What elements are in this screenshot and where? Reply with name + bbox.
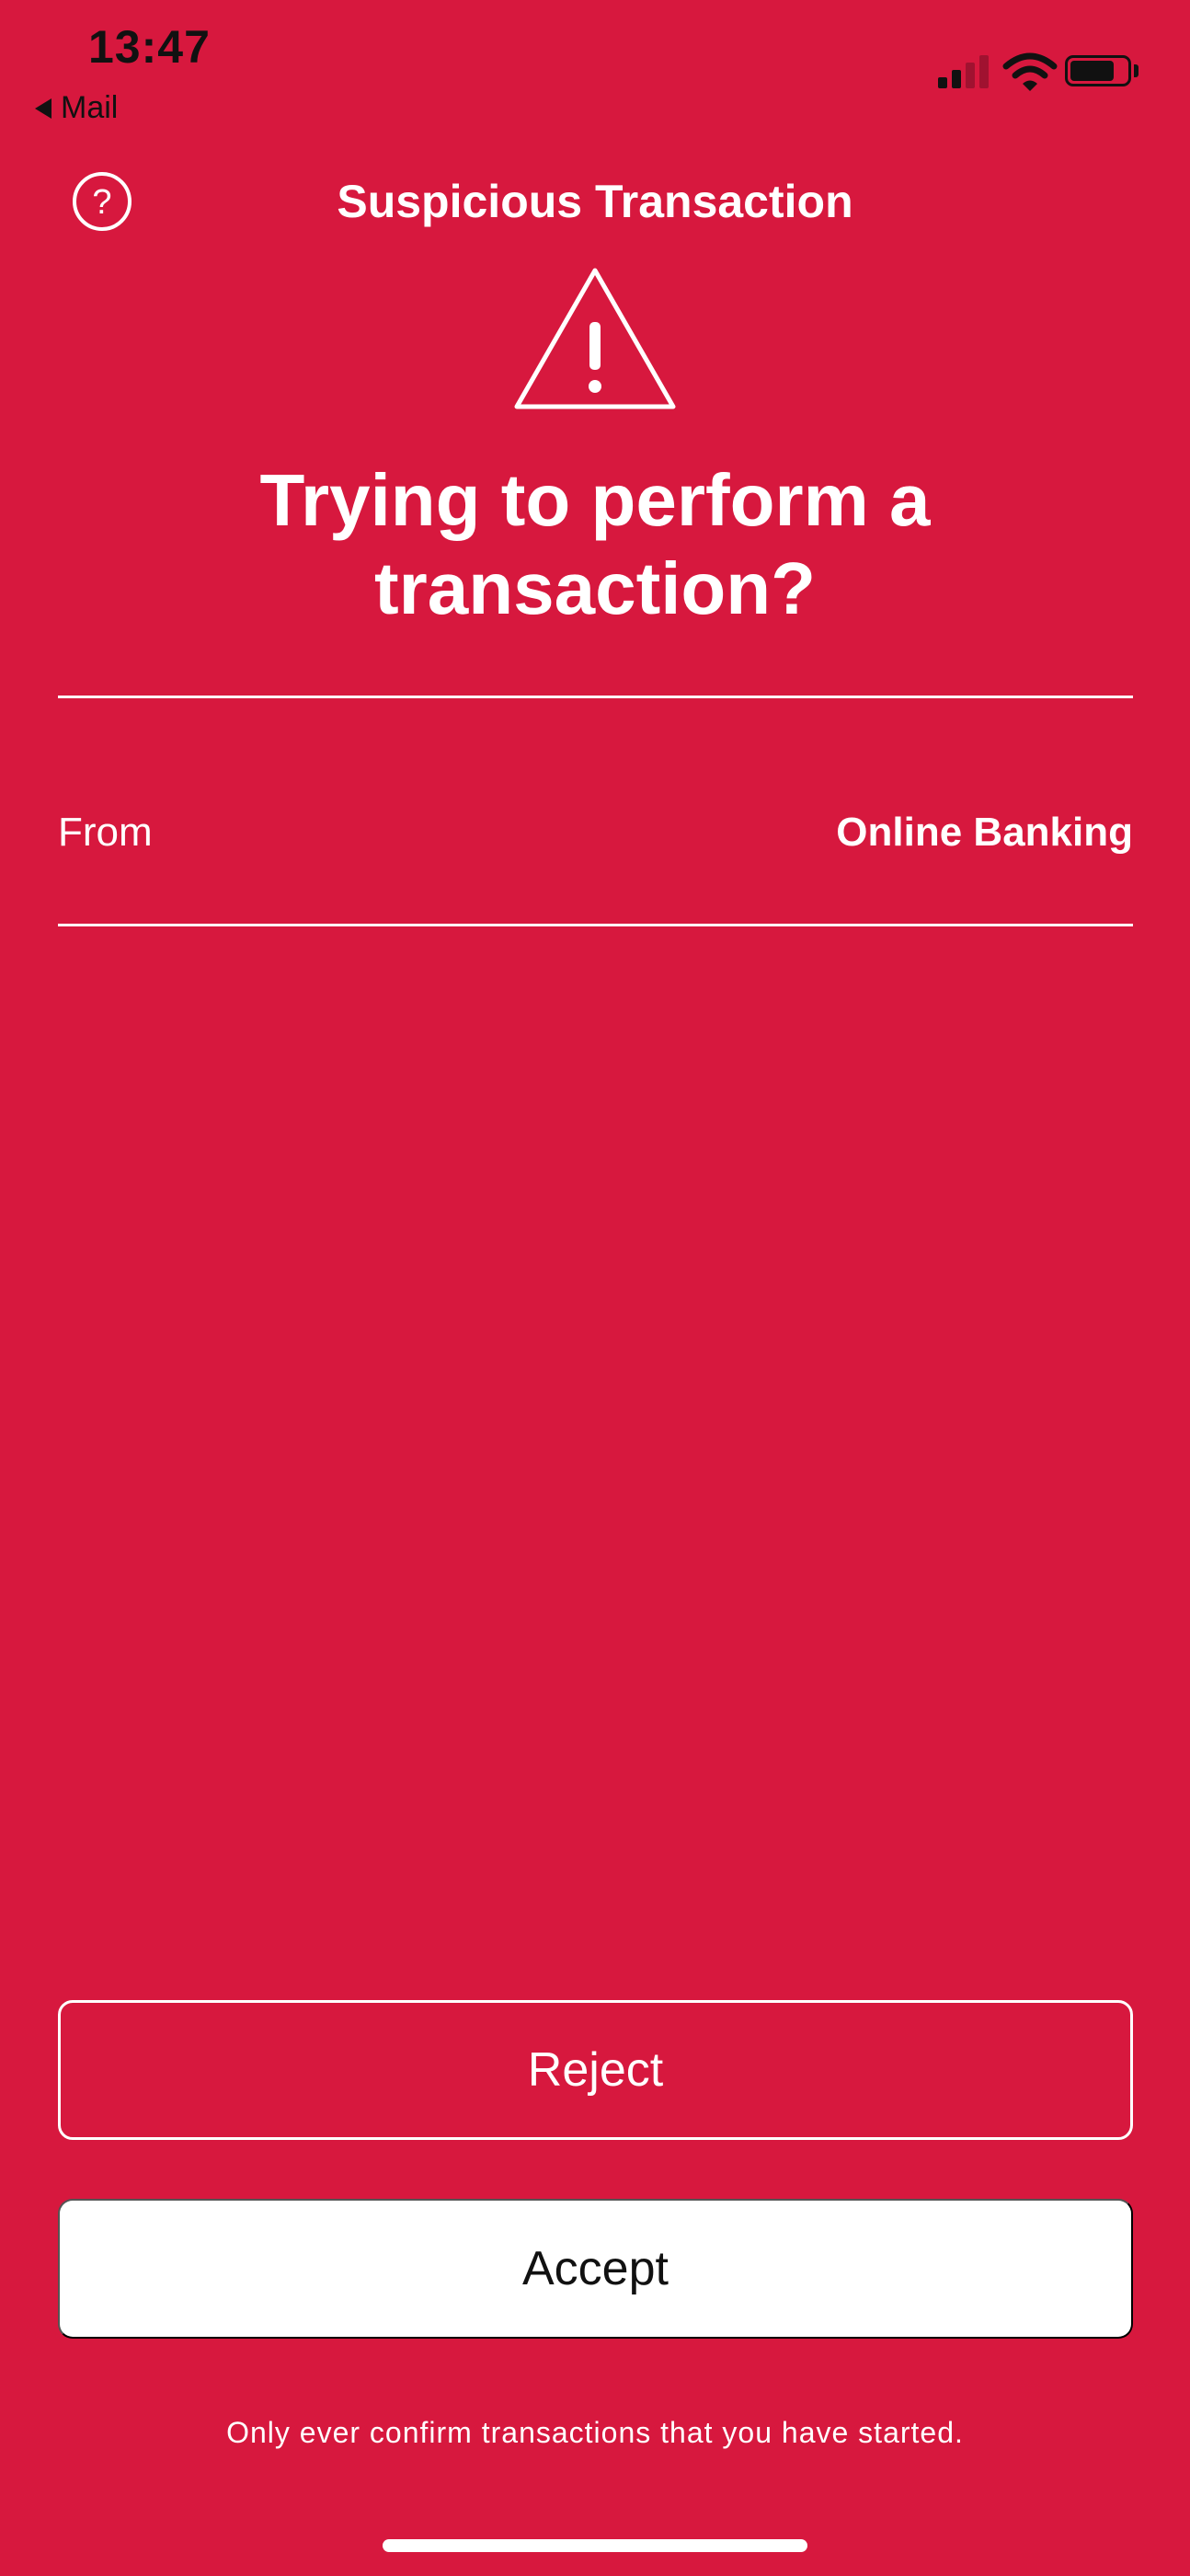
divider-top bbox=[58, 696, 1133, 698]
headline-line-1: Trying to perform a bbox=[259, 459, 931, 541]
home-indicator[interactable] bbox=[383, 2539, 807, 2552]
headline: Trying to perform a transaction? bbox=[0, 456, 1190, 633]
cellular-signal-icon bbox=[938, 53, 989, 88]
back-link-label: Mail bbox=[61, 90, 119, 125]
status-time: 13:47 bbox=[88, 21, 211, 73]
detail-label-from: From bbox=[58, 810, 153, 855]
warning-triangle-icon bbox=[514, 268, 676, 409]
footer-note: Only ever confirm transactions that you … bbox=[226, 2416, 964, 2449]
divider-bottom bbox=[58, 924, 1133, 926]
back-arrow-icon bbox=[35, 98, 51, 119]
battery-icon bbox=[1065, 55, 1131, 86]
screen-title: Suspicious Transaction bbox=[337, 176, 853, 227]
wifi-icon bbox=[1002, 52, 1058, 91]
headline-line-2: transaction? bbox=[373, 547, 817, 629]
back-to-mail-link[interactable]: Mail bbox=[35, 90, 118, 126]
reject-button[interactable]: Reject bbox=[58, 2000, 1133, 2140]
battery-cap bbox=[1134, 64, 1139, 77]
accept-button[interactable]: Accept bbox=[58, 2199, 1133, 2339]
detail-value-source: Online Banking bbox=[836, 810, 1133, 855]
